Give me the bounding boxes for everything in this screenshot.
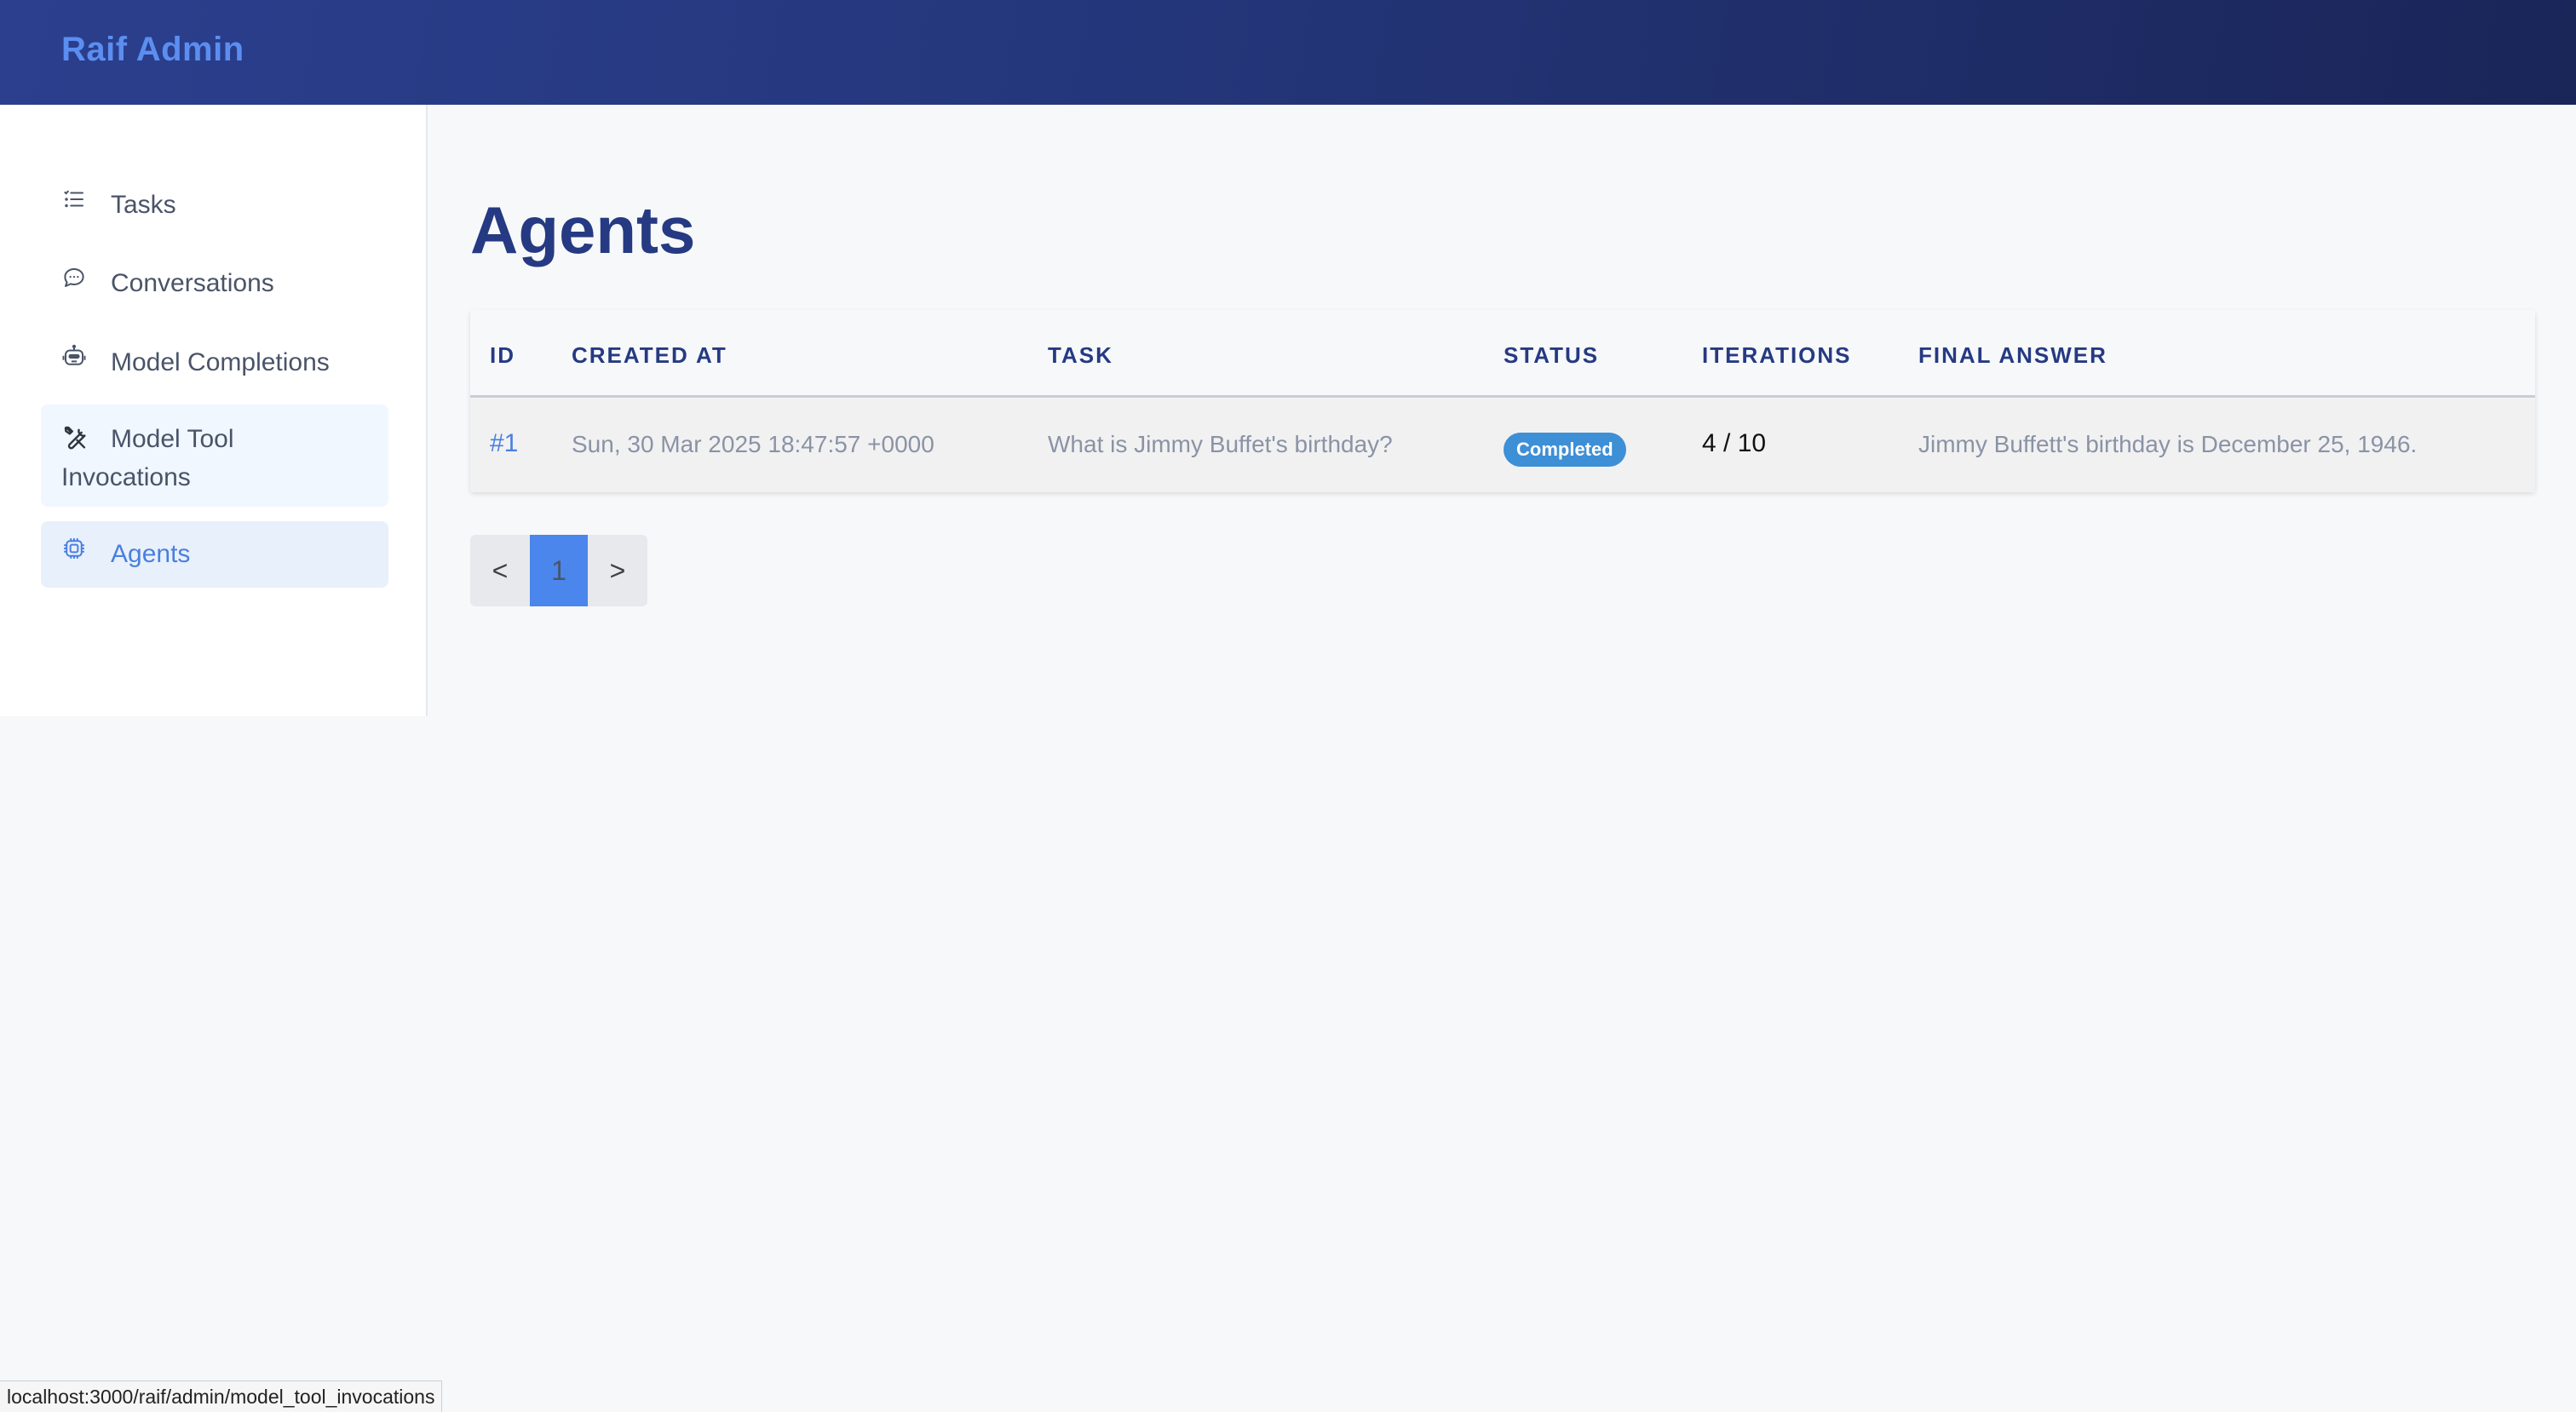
chat-bubble-icon [61,265,87,290]
sidebar-item-label: Tasks [111,191,176,219]
sidebar: Tasks Conversations Model Completions Mo… [0,105,428,716]
column-header-task: TASK [1048,342,1113,368]
sidebar-item-label: Model Completions [111,348,330,376]
robot-icon [61,344,87,370]
sidebar-item-label: Agents [111,540,191,568]
agent-id-link[interactable]: #1 [490,429,518,458]
sidebar-item-agents[interactable]: Agents [41,521,388,588]
pagination: < 1 > [470,535,647,606]
cell-iterations: 4 / 10 [1702,429,1767,457]
page-title: Agents [470,192,696,267]
column-header-status: STATUS [1504,342,1600,368]
list-icon [61,187,87,212]
sidebar-item-label: Conversations [111,269,274,297]
sidebar-item-tasks[interactable]: Tasks [41,173,388,238]
cell-created-at: Sun, 30 Mar 2025 18:47:57 +0000 [572,431,934,457]
cell-final-answer: Jimmy Buffett's birthday is December 25,… [1918,431,2418,457]
next-page-button[interactable]: > [588,535,647,606]
tools-icon [61,423,90,452]
sidebar-item-conversations[interactable]: Conversations [41,251,388,316]
sidebar-item-model-completions[interactable]: Model Completions [41,330,388,395]
column-header-final-answer: FINAL ANSWER [1918,342,2107,368]
status-badge: Completed [1504,433,1626,467]
agents-table: ID CREATED AT TASK STATUS ITERATIONS FIN… [470,310,2535,492]
brand-logo-text[interactable]: Raif Admin [61,31,244,69]
cell-task: What is Jimmy Buffet's birthday? [1048,431,1393,457]
table-header: ID CREATED AT TASK STATUS ITERATIONS FIN… [470,310,2535,398]
column-header-id: ID [490,342,515,368]
column-header-iterations: ITERATIONS [1702,342,1852,368]
sidebar-item-model-tool-invocations[interactable]: Model Tool Invocations [41,405,388,507]
column-header-created-at: CREATED AT [572,342,727,368]
current-page-button[interactable]: 1 [530,535,588,606]
prev-page-button[interactable]: < [470,535,530,606]
status-bar-url: localhost:3000/raif/admin/model_tool_inv… [0,1380,443,1412]
cpu-chip-icon [61,536,87,561]
table-row[interactable]: #1 Sun, 30 Mar 2025 18:47:57 +0000 What … [470,399,2535,492]
top-navbar: Raif Admin [0,0,2576,105]
